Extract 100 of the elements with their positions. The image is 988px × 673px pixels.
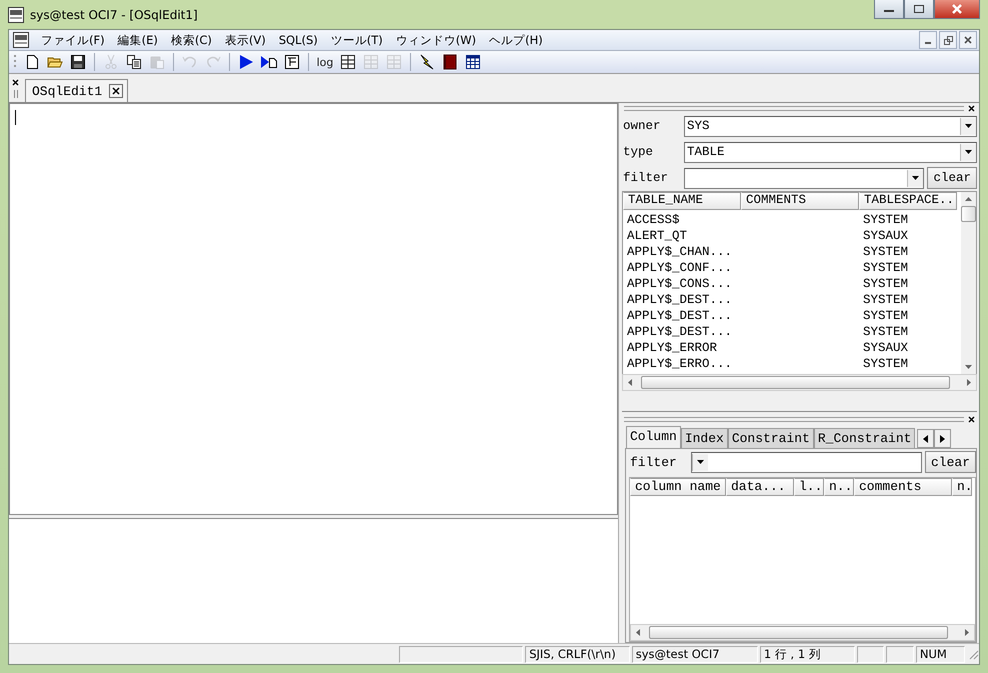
restore-icon <box>944 36 952 44</box>
menu-item[interactable]: 検索(C) <box>164 32 219 48</box>
copy-icon[interactable] <box>126 54 142 70</box>
field-label: type <box>622 145 654 159</box>
scrollbar-thumb[interactable] <box>961 206 976 222</box>
text-cursor <box>15 110 16 125</box>
panel-tab[interactable]: R_Constraint <box>814 428 916 448</box>
window-title: sys@test OCI7 - [OSqlEdit1] <box>30 8 198 22</box>
column-header[interactable]: n.. <box>824 478 854 496</box>
right-arrow-icon <box>965 629 969 636</box>
clear-button[interactable]: clear <box>924 451 976 473</box>
table-cell: SYSTEM <box>863 261 908 275</box>
window-frame-icon[interactable] <box>284 54 300 70</box>
status-field: SJIS, CRLF(\r\n) <box>525 646 630 662</box>
left-arrow-icon <box>636 629 640 636</box>
table-cell: APPLY$_CONF... <box>627 261 732 275</box>
field-label: owner <box>622 119 662 133</box>
column-header[interactable]: column name <box>630 478 726 496</box>
dropdown-arrow-icon <box>965 124 972 128</box>
restore-button[interactable] <box>939 31 957 49</box>
lightning-icon[interactable] <box>419 54 435 70</box>
column-header[interactable]: l.. <box>794 478 824 496</box>
column-header[interactable]: comments <box>854 478 952 496</box>
menu-item[interactable]: 編集(E) <box>112 32 165 48</box>
right-arrow-icon <box>967 379 971 386</box>
column-header[interactable]: TABLESPACE.. <box>859 192 957 210</box>
resize-grip-icon[interactable] <box>967 648 979 660</box>
maximize-icon <box>913 4 925 14</box>
table-cell: SYSTEM <box>863 293 908 307</box>
table-icon[interactable] <box>465 54 481 70</box>
menu-item[interactable]: SQL(S) <box>272 33 325 47</box>
menu-item[interactable]: 表示(V) <box>218 32 273 48</box>
filter-dropdown[interactable] <box>691 452 922 472</box>
menu-item[interactable]: ツール(T) <box>324 32 390 48</box>
toolbar-grip <box>14 54 17 70</box>
status-field <box>856 646 884 662</box>
column-header[interactable]: TABLE_NAME <box>623 192 741 210</box>
table-cell: APPLY$_DEST... <box>627 293 732 307</box>
column-header[interactable]: n. <box>952 478 972 496</box>
status-field <box>886 646 914 662</box>
column-header[interactable]: COMMENTS <box>741 192 859 210</box>
status-field: 1 行 , 1 列 <box>760 646 855 662</box>
document-tab[interactable]: OSqlEdit1 <box>25 79 128 102</box>
grip-icon <box>12 90 18 98</box>
maximize-button[interactable] <box>904 0 934 19</box>
grid-icon[interactable] <box>340 54 356 70</box>
close-icon[interactable] <box>968 104 975 112</box>
vertical-scrollbar[interactable] <box>961 192 976 374</box>
status-field: sys@test OCI7 <box>632 646 758 662</box>
close-button[interactable] <box>934 0 980 19</box>
status-field: NUM <box>916 646 966 662</box>
scroll-left-button[interactable] <box>917 429 934 448</box>
field-label: filter <box>622 171 670 185</box>
new-file-icon[interactable] <box>24 54 40 70</box>
close-icon[interactable] <box>12 78 19 86</box>
close-icon <box>950 4 964 14</box>
panel-tab[interactable]: Constraint <box>728 428 814 448</box>
close-icon[interactable] <box>968 416 975 422</box>
close-icon[interactable] <box>109 84 124 98</box>
field-label: filter <box>629 454 678 470</box>
clear-button[interactable]: clear <box>927 167 977 189</box>
left-arrow-icon <box>923 434 928 442</box>
table-cell: SYSTEM <box>863 245 908 259</box>
type-dropdown[interactable]: TABLE <box>684 142 977 162</box>
table-cell: APPLY$_ERROR <box>627 341 718 355</box>
scroll-right-button[interactable] <box>934 429 952 448</box>
dropdown-arrow-icon <box>965 150 972 154</box>
column-header[interactable]: data... <box>726 478 794 496</box>
table-cell: SYSTEM <box>863 277 908 291</box>
book-icon[interactable] <box>442 54 458 70</box>
log-button[interactable]: log <box>315 52 335 72</box>
table-cell: SYSAUX <box>863 229 908 243</box>
horizontal-scrollbar[interactable] <box>622 374 977 391</box>
left-arrow-icon <box>628 379 632 386</box>
right-arrow-icon <box>940 434 946 442</box>
table-cell: ALERT_QT <box>627 229 688 243</box>
table-cell: SYSTEM <box>863 309 908 323</box>
menu-item[interactable]: ウィンドウ(W) <box>390 32 484 48</box>
play-document-icon[interactable] <box>260 54 278 70</box>
dropdown-arrow-icon <box>912 176 920 180</box>
panel-tab[interactable]: Column <box>626 426 681 448</box>
table-cell: SYSTEM <box>863 357 908 371</box>
close-button[interactable] <box>959 31 977 49</box>
table-cell: APPLY$_DEST... <box>627 325 732 339</box>
table-cell: SYSTEM <box>863 213 908 227</box>
table-cell: ACCESS$ <box>627 213 680 227</box>
minimize-button[interactable] <box>874 0 904 19</box>
down-arrow-icon <box>965 365 972 369</box>
table-cell: SYSTEM <box>863 325 908 339</box>
app-icon <box>8 6 24 22</box>
table-cell: APPLY$_DEST... <box>627 309 732 323</box>
play-icon[interactable] <box>238 54 254 70</box>
filter-dropdown[interactable] <box>684 168 924 188</box>
table-cell: APPLY$_ERRO... <box>627 357 732 371</box>
panel-tab[interactable]: Index <box>680 428 728 448</box>
minimize-button[interactable] <box>919 31 937 49</box>
owner-dropdown[interactable]: SYS <box>684 116 977 136</box>
menu-item[interactable]: ヘルプ(H) <box>483 32 550 48</box>
horizontal-scrollbar[interactable] <box>630 624 975 641</box>
menu-item[interactable]: ファイル(F) <box>35 32 112 48</box>
